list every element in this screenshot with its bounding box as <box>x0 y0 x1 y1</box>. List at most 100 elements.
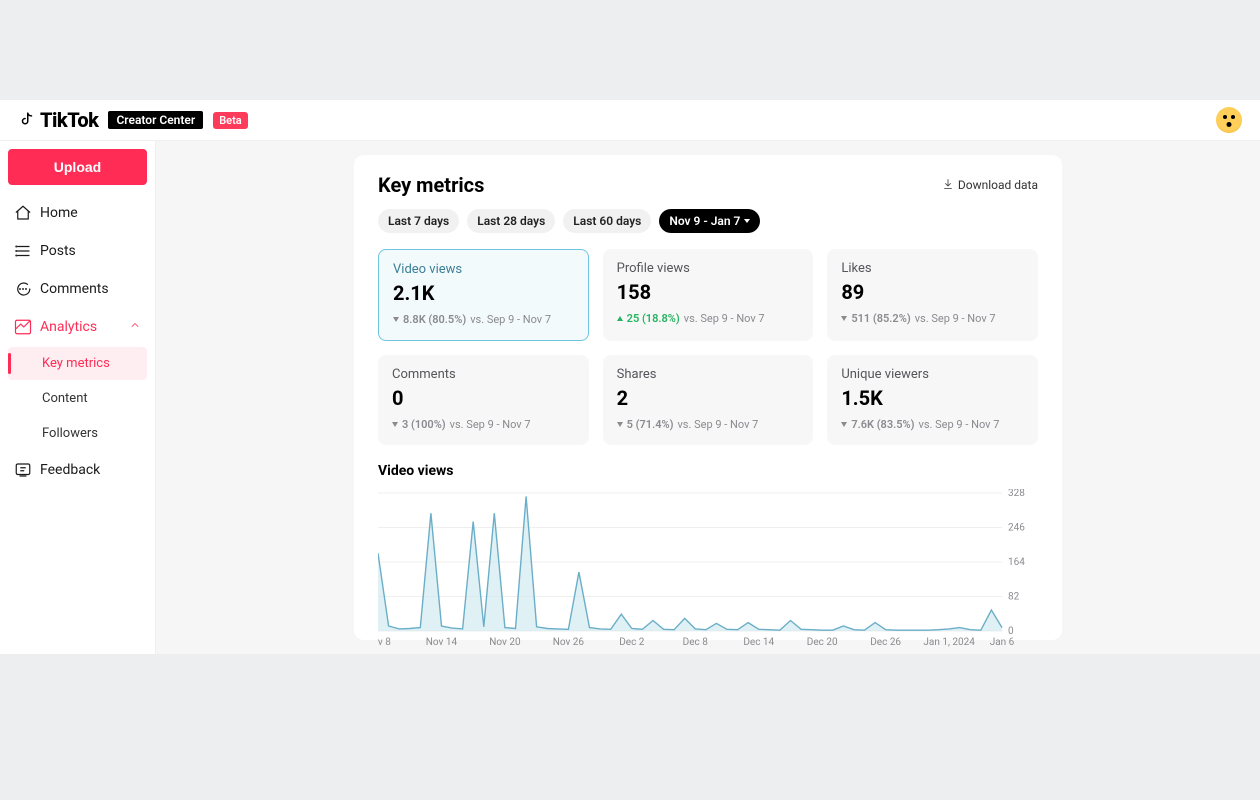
posts-icon <box>14 242 32 260</box>
metric-delta-value: 5 (71.4%) <box>627 418 674 431</box>
metric-compare-period: vs. Sep 9 - Nov 7 <box>470 313 551 326</box>
page-title: Key metrics <box>378 173 484 197</box>
chart: 082164246328Nov 8Nov 14Nov 20Nov 26Dec 2… <box>378 489 1038 649</box>
arrow-down-icon <box>617 422 623 427</box>
range-custom-label: Nov 9 - Jan 7 <box>669 214 740 228</box>
x-tick-label: Dec 2 <box>619 637 645 648</box>
sidebar-sub-key-metrics[interactable]: Key metrics <box>8 347 147 380</box>
content: Key metrics Download data Last 7 days La… <box>156 141 1260 654</box>
arrow-up-icon <box>617 316 623 321</box>
range-last-28[interactable]: Last 28 days <box>467 209 555 233</box>
sidebar-sub-content[interactable]: Content <box>8 382 147 415</box>
avatar[interactable] <box>1216 107 1242 133</box>
bottom-spacer <box>0 654 1260 800</box>
metric-tile-shares[interactable]: Shares 2 5 (71.4%) vs. Sep 9 - Nov 7 <box>603 355 814 445</box>
arrow-down-icon <box>841 422 847 427</box>
x-tick-label: Dec 14 <box>743 637 774 648</box>
metric-delta: 8.8K (80.5%) vs. Sep 9 - Nov 7 <box>393 313 574 326</box>
x-tick-label: Jan 1, 2024 <box>923 637 975 648</box>
metric-label: Profile views <box>617 261 800 276</box>
x-tick-label: Nov 20 <box>489 637 521 648</box>
chart-title: Video views <box>378 463 1038 479</box>
metric-compare-period: vs. Sep 9 - Nov 7 <box>450 418 531 431</box>
x-tick-label: Jan 6 <box>990 637 1015 648</box>
topbar: TikTok Creator Center Beta <box>0 100 1260 141</box>
metric-label: Video views <box>393 262 574 277</box>
beta-pill: Beta <box>213 112 248 129</box>
sidebar-sub-label: Followers <box>42 426 98 441</box>
sidebar-item-posts[interactable]: Posts <box>8 233 147 269</box>
sidebar-sub-followers[interactable]: Followers <box>8 417 147 450</box>
sidebar-item-feedback[interactable]: Feedback <box>8 452 147 488</box>
metric-tile-likes[interactable]: Likes89511 (85.2%) vs. Sep 9 - Nov 7 <box>827 249 1038 341</box>
metric-delta: 7.6K (83.5%) vs. Sep 9 - Nov 7 <box>841 418 1024 431</box>
brand[interactable]: TikTok Creator Center Beta <box>18 108 248 132</box>
x-tick-label: Nov 14 <box>426 637 458 648</box>
sidebar-item-home[interactable]: Home <box>8 195 147 231</box>
brand-name: TikTok <box>40 108 98 132</box>
sidebar-item-label: Posts <box>40 243 76 259</box>
arrow-down-icon <box>392 422 398 427</box>
range-last-60[interactable]: Last 60 days <box>563 209 651 233</box>
y-tick-label: 0 <box>1008 626 1014 637</box>
arrow-down-icon <box>841 316 847 321</box>
metric-delta-value: 25 (18.8%) <box>627 312 680 325</box>
metric-label: Unique viewers <box>841 367 1024 382</box>
date-range-row: Last 7 days Last 28 days Last 60 days No… <box>378 209 1038 233</box>
metric-tile-comments[interactable]: Comments 0 3 (100%) vs. Sep 9 - Nov 7 <box>378 355 589 445</box>
metric-value: 0 <box>392 386 575 410</box>
metric-delta-value: 7.6K (83.5%) <box>851 418 914 431</box>
analytics-icon <box>14 318 32 336</box>
y-tick-label: 82 <box>1008 592 1020 603</box>
metric-compare-period: vs. Sep 9 - Nov 7 <box>915 312 996 325</box>
upload-button[interactable]: Upload <box>8 149 147 185</box>
chart-area <box>378 496 1002 631</box>
metric-label: Comments <box>392 367 575 382</box>
range-last-7[interactable]: Last 7 days <box>378 209 459 233</box>
metric-delta: 25 (18.8%) vs. Sep 9 - Nov 7 <box>617 312 800 325</box>
comments-icon <box>14 280 32 298</box>
metrics-grid: Video views2.1K8.8K (80.5%) vs. Sep 9 - … <box>378 249 1038 445</box>
x-tick-label: Dec 20 <box>807 637 838 648</box>
download-icon <box>942 178 954 193</box>
sidebar-item-label: Analytics <box>40 319 97 335</box>
y-tick-label: 246 <box>1008 523 1025 534</box>
metric-value: 158 <box>617 280 800 304</box>
metric-delta: 3 (100%) vs. Sep 9 - Nov 7 <box>392 418 575 431</box>
metric-tile-profile-views[interactable]: Profile views 158 25 (18.8%) vs. Sep 9 - N… <box>603 249 814 341</box>
sidebar-item-label: Feedback <box>40 462 100 478</box>
metric-tile-video-views[interactable]: Video views2.1K8.8K (80.5%) vs. Sep 9 - … <box>378 249 589 341</box>
feedback-icon <box>14 461 32 479</box>
y-tick-label: 328 <box>1008 489 1025 499</box>
arrow-down-icon <box>393 317 399 322</box>
x-tick-label: Dec 26 <box>870 637 901 648</box>
x-tick-label: Dec 8 <box>683 637 709 648</box>
download-label: Download data <box>958 178 1038 192</box>
metric-delta: 511 (85.2%) vs. Sep 9 - Nov 7 <box>841 312 1024 325</box>
metric-compare-period: vs. Sep 9 - Nov 7 <box>919 418 1000 431</box>
metric-value: 2 <box>617 386 800 410</box>
metric-tile-unique-viewers[interactable]: Unique viewers 1.5K 7.6K (83.5%) vs. Sep 9… <box>827 355 1038 445</box>
sidebar-sub-label: Key metrics <box>42 356 110 371</box>
metric-label: Shares <box>617 367 800 382</box>
metric-value: 1.5K <box>841 386 1024 410</box>
metric-delta-value: 8.8K (80.5%) <box>403 313 466 326</box>
sidebar-item-analytics[interactable]: Analytics <box>8 309 147 345</box>
metric-compare-period: vs. Sep 9 - Nov 7 <box>684 312 765 325</box>
download-data-button[interactable]: Download data <box>942 178 1038 193</box>
sidebar-item-label: Home <box>40 205 78 221</box>
sidebar: Upload Home Posts Comments <box>0 141 156 654</box>
home-icon <box>14 204 32 222</box>
creator-center-pill: Creator Center <box>108 111 203 129</box>
sidebar-item-comments[interactable]: Comments <box>8 271 147 307</box>
metric-delta-value: 3 (100%) <box>402 418 446 431</box>
x-tick-label: Nov 26 <box>553 637 585 648</box>
key-metrics-card: Key metrics Download data Last 7 days La… <box>354 155 1062 640</box>
range-custom[interactable]: Nov 9 - Jan 7 <box>659 209 760 233</box>
tiktok-logo-icon <box>18 111 36 129</box>
x-tick-label: Nov 8 <box>378 637 391 648</box>
metric-label: Likes <box>841 261 1024 276</box>
top-spacer <box>0 0 1260 100</box>
metric-delta: 5 (71.4%) vs. Sep 9 - Nov 7 <box>617 418 800 431</box>
sidebar-sub-label: Content <box>42 391 88 406</box>
